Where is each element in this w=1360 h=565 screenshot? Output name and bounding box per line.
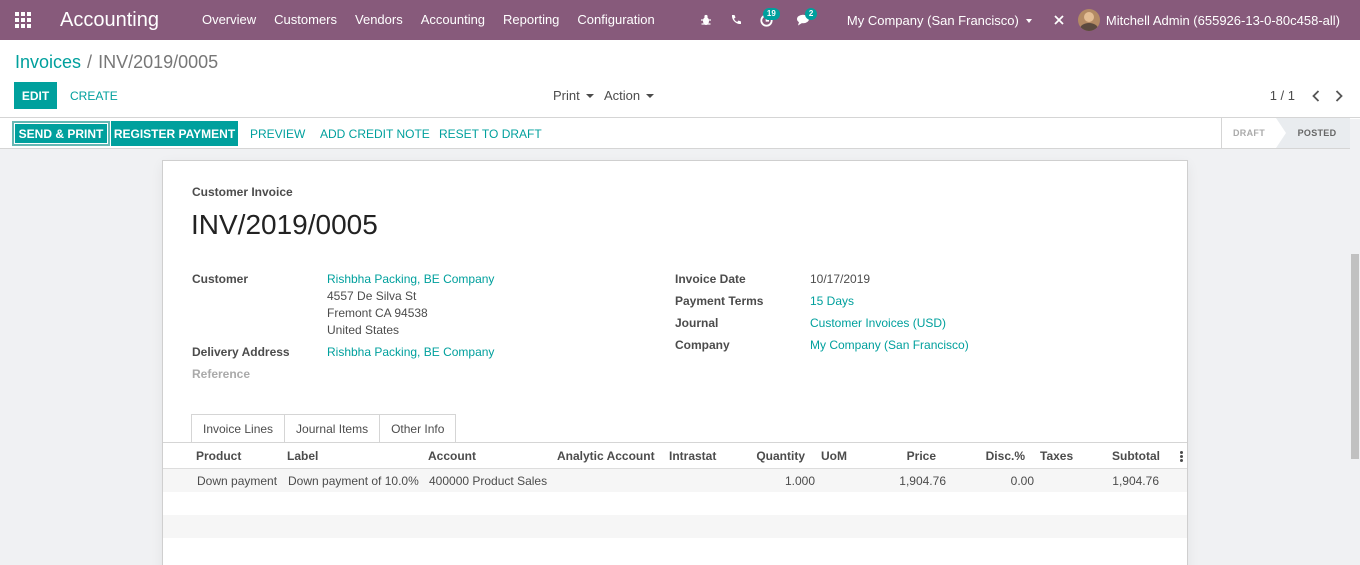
control-panel: Invoices / INV/2019/0005 EDIT CREATE Print… <box>0 40 1360 118</box>
action-caret-icon <box>646 93 655 98</box>
menu-accounting[interactable]: Accounting <box>412 0 494 40</box>
invoice-lines-header: Product Label Account Analytic Account I… <box>163 443 1187 469</box>
pager-value[interactable]: 1 / 1 <box>1270 82 1295 109</box>
company-label: Company <box>675 338 730 352</box>
company-switcher[interactable]: My Company (San Francisco) <box>847 13 1032 28</box>
invoice-number: INV/2019/0005 <box>191 209 378 240</box>
document-type: Customer Invoice <box>192 185 293 199</box>
invoice-date-value: 10/17/2019 <box>810 272 871 286</box>
tools-icon[interactable] <box>1040 0 1078 40</box>
pager-next-icon[interactable] <box>1335 82 1343 109</box>
invoice-date-label: Invoice Date <box>675 272 746 286</box>
invoice-form-sheet: Customer Invoice INV/2019/0005 Customer … <box>162 160 1188 565</box>
status-stages: DRAFT POSTED <box>1221 118 1350 148</box>
company-switcher-label: My Company (San Francisco) <box>846 12 1019 28</box>
row-account: 400000 Product Sales <box>429 474 548 488</box>
delivery-address-link[interactable]: Rishbha Packing, BE Company <box>327 345 494 359</box>
col-taxes[interactable]: Taxes <box>1040 449 1073 463</box>
create-button[interactable]: CREATE <box>70 82 118 109</box>
tab-invoice-lines[interactable]: Invoice Lines <box>191 414 286 443</box>
stage-posted-label: POSTED <box>1297 128 1337 138</box>
message-count-badge: 2 <box>804 8 818 20</box>
menu-reporting[interactable]: Reporting <box>494 0 568 40</box>
phone-icon[interactable] <box>721 0 751 40</box>
customer-address-city: Fremont CA 94538 <box>327 306 428 320</box>
col-product[interactable]: Product <box>196 449 241 463</box>
reference-label: Reference <box>192 367 251 381</box>
pager-previous-icon[interactable] <box>1312 82 1320 109</box>
activity-clock-icon[interactable]: 19 <box>751 0 791 40</box>
col-discount[interactable]: Disc.% <box>963 449 1025 463</box>
form-statusbar: SEND & PRINT REGISTER PAYMENT PREVIEW AD… <box>0 118 1360 149</box>
breadcrumb: Invoices / INV/2019/0005 <box>15 52 218 73</box>
activity-count-badge: 19 <box>762 8 780 20</box>
menu-configuration[interactable]: Configuration <box>568 0 663 40</box>
print-caret-icon <box>585 93 594 98</box>
print-dropdown-label: Print <box>553 88 580 103</box>
table-row[interactable]: Down payment Down payment of 10.0% 40000… <box>163 469 1187 492</box>
reset-to-draft-button[interactable]: RESET TO DRAFT <box>439 121 542 146</box>
notebook-tabs: Invoice Lines Journal Items Other Info <box>191 414 457 443</box>
page-scrollbar[interactable] <box>1350 119 1360 565</box>
tab-journal-items[interactable]: Journal Items <box>284 414 381 443</box>
menu-vendors[interactable]: Vendors <box>346 0 412 40</box>
action-dropdown[interactable]: Action <box>604 82 655 109</box>
stage-posted[interactable]: POSTED <box>1276 118 1350 148</box>
breadcrumb-current: INV/2019/0005 <box>98 52 219 72</box>
tab-other-info[interactable]: Other Info <box>379 414 457 443</box>
breadcrumb-separator: / <box>87 52 93 72</box>
send-and-print-button[interactable]: SEND & PRINT <box>12 121 110 146</box>
print-dropdown[interactable]: Print <box>553 82 594 109</box>
stage-draft[interactable]: DRAFT <box>1222 118 1276 148</box>
table-row-empty <box>163 515 1187 538</box>
menu-overview[interactable]: Overview <box>193 0 265 40</box>
journal-label: Journal <box>675 316 719 330</box>
messages-icon[interactable]: 2 <box>791 0 825 40</box>
customer-label: Customer <box>192 272 249 286</box>
main-menu: Overview Customers Vendors Accounting Re… <box>193 0 664 40</box>
col-label[interactable]: Label <box>287 449 318 463</box>
user-menu[interactable]: Mitchell Admin (655926-13-0-80c458-all) <box>1106 13 1340 28</box>
payment-terms-label: Payment Terms <box>675 294 764 308</box>
optional-columns-icon[interactable] <box>1180 451 1183 463</box>
company-caret-icon <box>1025 19 1032 24</box>
row-product: Down payment <box>197 474 278 488</box>
row-label: Down payment of 10.0% <box>288 474 419 488</box>
journal-link[interactable]: Customer Invoices (USD) <box>810 316 946 330</box>
preview-button[interactable]: PREVIEW <box>250 121 305 146</box>
col-uom[interactable]: UoM <box>821 449 847 463</box>
top-navbar: Accounting Overview Customers Vendors Ac… <box>0 0 1360 40</box>
row-subtotal: 1,904.76 <box>1112 474 1159 488</box>
action-dropdown-label: Action <box>604 88 641 103</box>
edit-button[interactable]: EDIT <box>14 82 57 109</box>
payment-terms-link[interactable]: 15 Days <box>810 294 854 308</box>
navbar-systray: 19 2 My Company (San Francisco) Mitchell… <box>691 0 1360 40</box>
scrollbar-thumb[interactable] <box>1351 254 1359 459</box>
bug-icon[interactable] <box>691 0 721 40</box>
register-payment-button[interactable]: REGISTER PAYMENT <box>111 121 238 146</box>
app-title[interactable]: Accounting <box>60 9 159 32</box>
customer-address-street: 4557 De Silva St <box>327 289 417 303</box>
delivery-address-label: Delivery Address <box>192 345 290 359</box>
user-avatar[interactable] <box>1077 9 1100 31</box>
col-analytic-account[interactable]: Analytic Account <box>557 449 655 463</box>
col-price[interactable]: Price <box>873 449 936 463</box>
col-subtotal[interactable]: Subtotal <box>1083 449 1160 463</box>
col-quantity[interactable]: Quantity <box>743 449 805 463</box>
customer-address-country: United States <box>327 323 400 337</box>
breadcrumb-invoices[interactable]: Invoices <box>15 52 81 72</box>
company-link[interactable]: My Company (San Francisco) <box>810 338 969 352</box>
customer-link[interactable]: Rishbha Packing, BE Company <box>327 272 494 286</box>
apps-menu-icon[interactable] <box>0 0 46 40</box>
add-credit-note-button[interactable]: ADD CREDIT NOTE <box>320 121 430 146</box>
col-intrastat[interactable]: Intrastat <box>669 449 716 463</box>
row-price: 1,904.76 <box>899 474 946 488</box>
menu-customers[interactable]: Customers <box>265 0 346 40</box>
row-quantity: 1.000 <box>784 474 815 488</box>
row-discount: 0.00 <box>1010 474 1034 488</box>
col-account[interactable]: Account <box>428 449 476 463</box>
table-row-empty <box>163 492 1187 515</box>
